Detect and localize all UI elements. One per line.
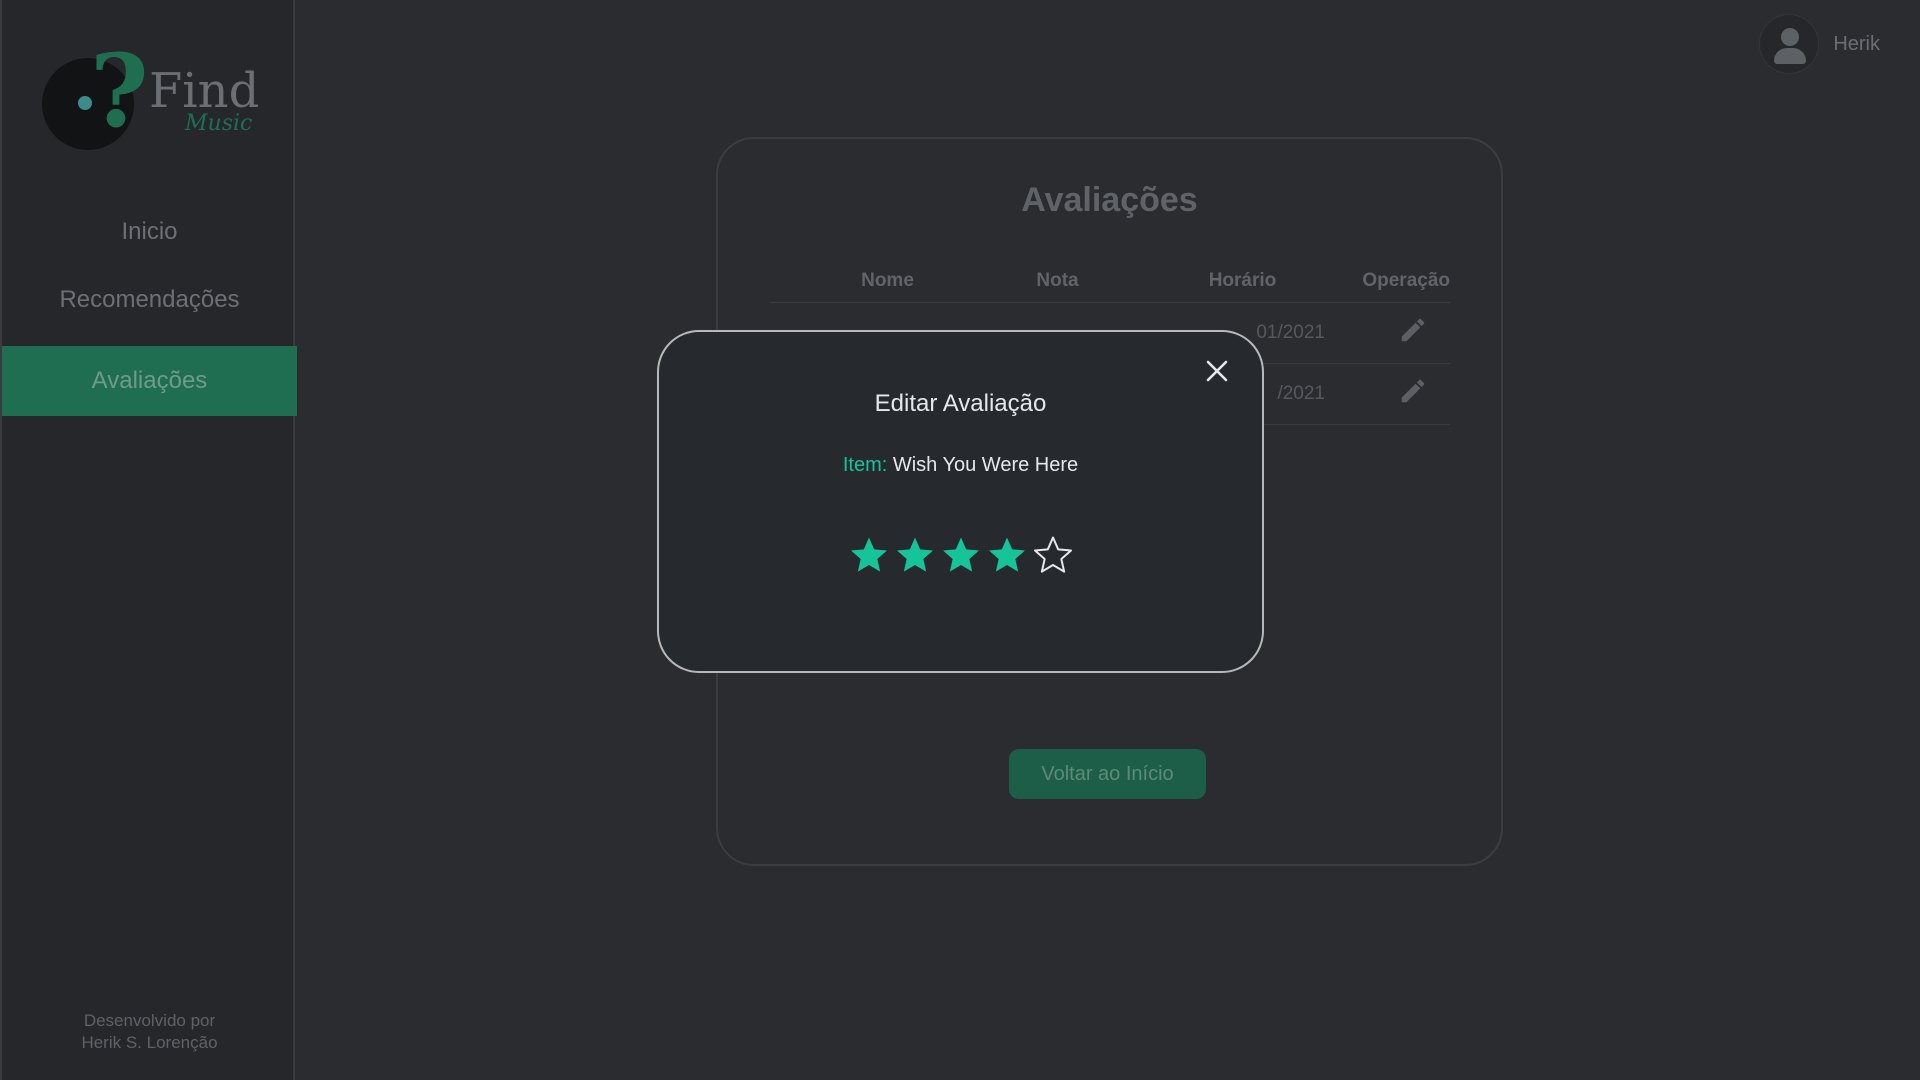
modal-item-info: Item: Wish You Were Here <box>659 454 1262 477</box>
user-name: Herik <box>1833 32 1880 55</box>
edit-rating-modal: Editar Avaliação Item: Wish You Were Her… <box>657 330 1264 673</box>
avatar-body <box>1774 48 1807 64</box>
logo-title: Find <box>149 63 260 119</box>
credit-line-1: Desenvolvido por <box>83 1011 216 1030</box>
pencil-icon[interactable] <box>1398 315 1428 351</box>
star-filled-icon[interactable] <box>849 535 889 575</box>
sidebar-item-avaliacoes[interactable]: Avaliações <box>2 346 297 416</box>
user-menu[interactable]: Herik <box>1759 14 1880 74</box>
developer-credit: Desenvolvido por Herik S. Lorenção <box>2 1010 297 1054</box>
credit-line-2: Herik S. Lorenção <box>81 1033 218 1052</box>
back-to-home-button[interactable]: Voltar ao Início <box>1009 749 1206 799</box>
star-rating[interactable] <box>659 535 1262 575</box>
header-operacao: Operação <box>1362 269 1450 291</box>
user-avatar-icon[interactable] <box>1759 14 1820 74</box>
page-title: Avaliações <box>1021 181 1198 219</box>
table-header: Nome Nota Horário Operação <box>770 259 1450 303</box>
item-value: Wish You Were Here <box>892 454 1079 476</box>
pencil-icon[interactable] <box>1398 376 1428 412</box>
star-filled-icon[interactable] <box>941 535 981 575</box>
logo-subtitle: Music <box>185 111 253 136</box>
header-nota: Nota <box>1036 269 1079 291</box>
cell-operacao <box>1335 315 1450 351</box>
modal-title: Editar Avaliação <box>874 390 1047 417</box>
find-music-logo[interactable]: ? Find Music <box>42 41 272 155</box>
header-horario: Horário <box>1208 269 1277 291</box>
close-icon[interactable] <box>1202 356 1232 386</box>
question-mark-icon: ? <box>90 32 149 150</box>
sidebar: ? Find Music Inicio Recomendações Avalia… <box>0 0 297 1080</box>
avatar-head <box>1781 28 1800 46</box>
star-empty-icon[interactable] <box>1033 535 1073 575</box>
star-filled-icon[interactable] <box>895 535 935 575</box>
star-filled-icon[interactable] <box>987 535 1027 575</box>
item-label: Item: <box>842 454 888 476</box>
header-nome: Nome <box>861 269 914 291</box>
cell-operacao <box>1335 376 1450 412</box>
sidebar-item-inicio[interactable]: Inicio <box>2 218 297 246</box>
sidebar-item-recomendacoes[interactable]: Recomendações <box>2 286 297 314</box>
